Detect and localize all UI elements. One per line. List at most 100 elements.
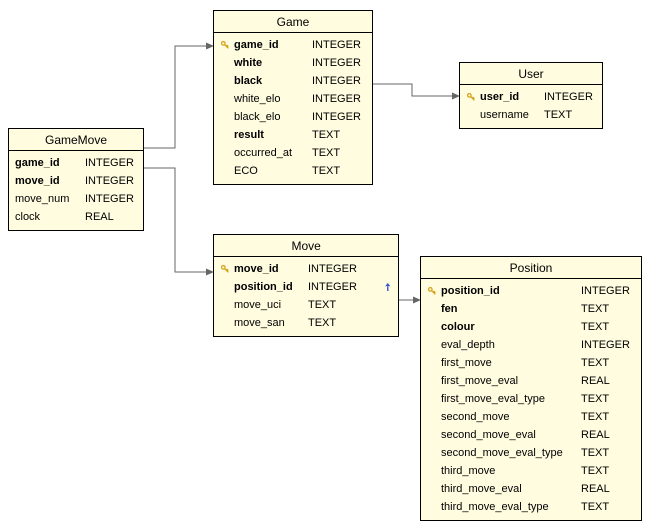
entity-move: Movemove_idINTEGERposition_idINTEGER➚mov… <box>213 234 399 337</box>
column-name: game_id <box>234 39 312 51</box>
column-name: ECO <box>234 165 312 177</box>
column-row: game_idINTEGER <box>15 154 137 172</box>
column-row: move_sanTEXT <box>220 314 392 332</box>
column-type: REAL <box>85 211 137 223</box>
column-type: REAL <box>581 483 635 495</box>
column-type: INTEGER <box>308 263 380 275</box>
column-type: INTEGER <box>581 339 635 351</box>
column-type: INTEGER <box>85 175 137 187</box>
column-name: second_move <box>441 411 581 423</box>
column-type: INTEGER <box>312 57 366 69</box>
entity-columns: position_idINTEGERfenTEXTcolourTEXTeval_… <box>421 279 641 520</box>
column-row: position_idINTEGER <box>427 282 635 300</box>
column-row: third_moveTEXT <box>427 462 635 480</box>
primary-key-icon <box>220 40 230 50</box>
column-row: first_move_evalREAL <box>427 372 635 390</box>
column-type: TEXT <box>544 109 596 121</box>
column-type: INTEGER <box>544 91 596 103</box>
column-name: colour <box>441 321 581 333</box>
entity-game: Gamegame_idINTEGERwhiteINTEGERblackINTEG… <box>213 10 373 185</box>
entity-title: Position <box>421 257 641 279</box>
primary-key-icon <box>220 264 230 274</box>
column-name: fen <box>441 303 581 315</box>
column-name: move_id <box>15 175 85 187</box>
column-row: black_eloINTEGER <box>220 108 366 126</box>
column-type: INTEGER <box>308 281 380 293</box>
primary-key-icon <box>220 264 234 274</box>
entity-user: Useruser_idINTEGERusernameTEXT <box>459 62 603 129</box>
column-name: move_san <box>234 317 308 329</box>
column-type: TEXT <box>312 165 366 177</box>
column-name: second_move_eval_type <box>441 447 581 459</box>
column-row: whiteINTEGER <box>220 54 366 72</box>
column-type: INTEGER <box>312 111 366 123</box>
column-row: move_uciTEXT <box>220 296 392 314</box>
column-name: eval_depth <box>441 339 581 351</box>
column-name: white <box>234 57 312 69</box>
column-type: TEXT <box>581 411 635 423</box>
column-type: INTEGER <box>312 39 366 51</box>
column-type: REAL <box>581 429 635 441</box>
column-name: username <box>480 109 544 121</box>
relationship-connector <box>141 168 213 272</box>
column-name: white_elo <box>234 93 312 105</box>
column-row: third_move_eval_typeTEXT <box>427 498 635 516</box>
column-type: TEXT <box>581 321 635 333</box>
column-row: first_move_eval_typeTEXT <box>427 390 635 408</box>
column-name: game_id <box>15 157 85 169</box>
primary-key-icon <box>466 92 480 102</box>
foreign-key-arrow-icon: ➚ <box>381 280 395 294</box>
entity-columns: game_idINTEGERwhiteINTEGERblackINTEGERwh… <box>214 33 372 184</box>
primary-key-icon <box>220 40 234 50</box>
relationship-connector <box>141 46 213 148</box>
column-row: eval_depthINTEGER <box>427 336 635 354</box>
entity-title: GameMove <box>9 129 143 151</box>
column-name: clock <box>15 211 85 223</box>
column-row: fenTEXT <box>427 300 635 318</box>
column-name: move_num <box>15 193 85 205</box>
column-row: position_idINTEGER➚ <box>220 278 392 296</box>
column-type: REAL <box>581 375 635 387</box>
column-name: user_id <box>480 91 544 103</box>
column-type: INTEGER <box>85 193 137 205</box>
column-type: TEXT <box>581 501 635 513</box>
column-row: occurred_atTEXT <box>220 144 366 162</box>
column-row: second_moveTEXT <box>427 408 635 426</box>
column-type: TEXT <box>312 129 366 141</box>
column-row: move_idINTEGER <box>220 260 392 278</box>
primary-key-icon <box>466 92 476 102</box>
column-row: blackINTEGER <box>220 72 366 90</box>
column-row: resultTEXT <box>220 126 366 144</box>
column-row: move_numINTEGER <box>15 190 137 208</box>
column-row: white_eloINTEGER <box>220 90 366 108</box>
column-row: second_move_eval_typeTEXT <box>427 444 635 462</box>
column-type: TEXT <box>308 299 380 311</box>
column-name: black_elo <box>234 111 312 123</box>
column-row: user_idINTEGER <box>466 88 596 106</box>
column-type: TEXT <box>312 147 366 159</box>
column-name: second_move_eval <box>441 429 581 441</box>
column-row: game_idINTEGER <box>220 36 366 54</box>
column-row: colourTEXT <box>427 318 635 336</box>
column-type: INTEGER <box>312 93 366 105</box>
column-row: ECOTEXT <box>220 162 366 180</box>
column-type: TEXT <box>581 447 635 459</box>
column-name: position_id <box>234 281 308 293</box>
entity-position: Positionposition_idINTEGERfenTEXTcolourT… <box>420 256 642 521</box>
entity-gamemove: GameMovegame_idINTEGERmove_idINTEGERmove… <box>8 128 144 231</box>
column-type: INTEGER <box>581 285 635 297</box>
column-type: TEXT <box>581 465 635 477</box>
column-name: black <box>234 75 312 87</box>
entity-columns: game_idINTEGERmove_idINTEGERmove_numINTE… <box>9 151 143 230</box>
column-type: TEXT <box>581 357 635 369</box>
column-name: position_id <box>441 285 581 297</box>
column-row: clockREAL <box>15 208 137 226</box>
column-type: INTEGER <box>85 157 137 169</box>
column-type: TEXT <box>581 303 635 315</box>
column-type: TEXT <box>581 393 635 405</box>
relationship-connector <box>371 84 459 96</box>
column-row: second_move_evalREAL <box>427 426 635 444</box>
primary-key-icon <box>427 286 437 296</box>
primary-key-icon <box>427 286 441 296</box>
column-row: first_moveTEXT <box>427 354 635 372</box>
